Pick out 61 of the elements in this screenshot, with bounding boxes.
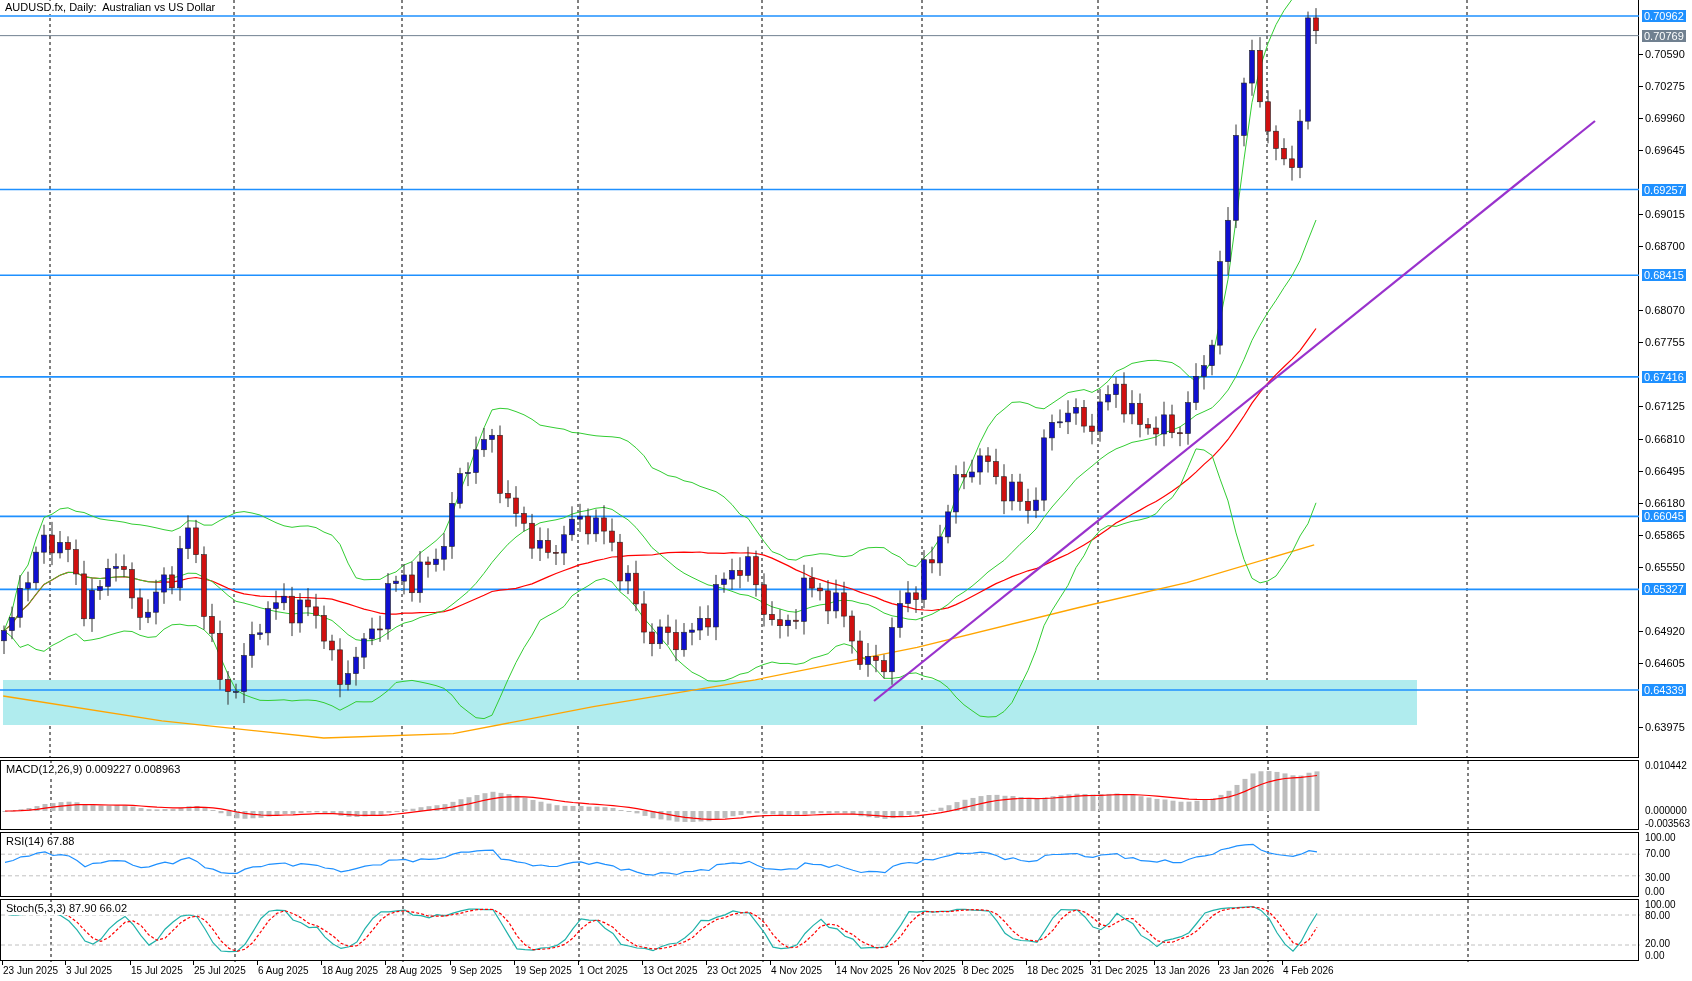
axis-label: -0.003563 [1645, 817, 1691, 829]
price-tag: 0.64339 [1642, 683, 1686, 696]
price-tag: 0.66045 [1642, 510, 1686, 523]
price-label: 0.65550 [1645, 560, 1685, 573]
price-label: 0.67125 [1645, 400, 1685, 413]
date-label: 4 Nov 2025 [771, 965, 823, 977]
date-label: 13 Oct 2025 [643, 965, 698, 977]
axis-label: 100.00 [1645, 831, 1676, 843]
date-label: 23 Jun 2025 [3, 965, 59, 977]
price-label: 0.66495 [1645, 464, 1685, 477]
date-label: 8 Dec 2025 [963, 965, 1015, 977]
date-label: 25 Jul 2025 [194, 965, 246, 977]
price-label: 0.70275 [1645, 79, 1685, 92]
date-label: 19 Sep 2025 [515, 965, 572, 977]
price-label: 0.63975 [1645, 721, 1685, 733]
price-label: 0.66810 [1645, 432, 1685, 445]
price-label: 0.66180 [1645, 496, 1685, 509]
axis-label: 0.000000 [1645, 804, 1687, 816]
price-label: 0.69960 [1645, 111, 1685, 124]
date-label: 28 Aug 2025 [386, 965, 443, 977]
indicator-title: MACD(12,26,9) 0.009227 0.008963 [5, 763, 182, 776]
indicator-title: Stoch(5,3,3) 87.90 66.02 [5, 902, 129, 915]
price-tag: 0.65327 [1642, 583, 1686, 596]
price-label: 0.64920 [1645, 624, 1685, 637]
date-label: 1 Oct 2025 [579, 965, 628, 977]
date-label: 26 Nov 2025 [899, 965, 956, 977]
axis-label: 100.00 [1645, 898, 1676, 910]
price-label: 0.68700 [1645, 240, 1685, 253]
axis-label: 80.00 [1645, 909, 1671, 921]
date-label: 18 Aug 2025 [322, 965, 379, 977]
chart-title: AUDUSD.fx, Daily: Australian vs US Dollar [3, 1, 218, 14]
price-label: 0.69645 [1645, 144, 1685, 156]
date-label: 31 Dec 2025 [1091, 965, 1148, 977]
date-label: 15 Jul 2025 [131, 965, 183, 977]
price-label: 0.67755 [1645, 336, 1685, 349]
axis-label: 70.00 [1645, 847, 1671, 859]
price-label: 0.69015 [1645, 208, 1685, 221]
price-tag: 0.70962 [1642, 10, 1686, 22]
price-label: 0.70590 [1645, 47, 1685, 60]
indicator-title: RSI(14) 67.88 [5, 835, 76, 848]
axis-label: 30.00 [1645, 871, 1671, 883]
date-label: 4 Feb 2026 [1283, 965, 1334, 977]
price-label: 0.68070 [1645, 304, 1685, 317]
price-label: 0.64605 [1645, 656, 1685, 669]
date-label: 18 Dec 2025 [1027, 965, 1084, 977]
axis-label: 20.00 [1645, 937, 1671, 949]
date-label: 23 Jan 2026 [1219, 965, 1275, 977]
date-label: 13 Jan 2026 [1155, 965, 1211, 977]
date-label: 6 Aug 2025 [258, 965, 309, 977]
price-tag: 0.70769 [1642, 29, 1686, 42]
date-label: 14 Nov 2025 [836, 965, 893, 977]
date-label: 9 Sep 2025 [451, 965, 503, 977]
axis-label: 0.00 [1645, 949, 1665, 961]
price-tag: 0.68415 [1642, 269, 1686, 282]
date-label: 3 Jul 2025 [66, 965, 113, 977]
date-label: 23 Oct 2025 [707, 965, 762, 977]
price-tag: 0.69257 [1642, 183, 1686, 196]
axis-label: 0.010442 [1645, 759, 1687, 771]
axis-label: 0.00 [1645, 885, 1665, 897]
price-tag: 0.67416 [1642, 370, 1686, 383]
price-label: 0.65865 [1645, 528, 1685, 541]
